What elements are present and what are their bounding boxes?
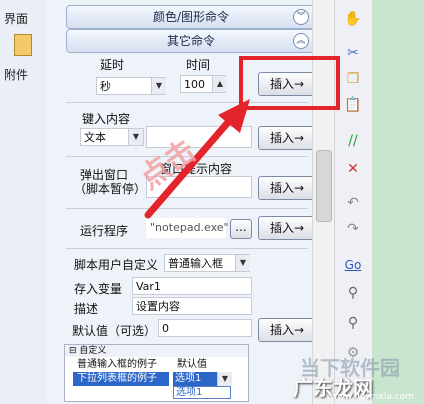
other-commands-header[interactable]: 其它命令 ︽ [66,29,316,53]
chevron-down-icon[interactable]: ▼ [235,255,250,271]
copy-icon[interactable]: ❐ [344,70,362,88]
popup-insert-button[interactable]: 插入→ [258,176,316,200]
delay-time-value: 100 [184,78,205,91]
color-shape-header[interactable]: 颜色/图形命令 ︾ [66,5,316,29]
default-value-input[interactable]: 0 [158,319,252,337]
custom-type-value: 普通输入框 [168,257,223,270]
goto-icon[interactable]: Go [344,256,362,274]
desc-value: 设置内容 [136,300,180,313]
run-program-insert-button[interactable]: 插入→ [258,216,316,240]
popup-label-line2: （脚本暂停） [74,182,147,196]
paste-icon[interactable]: 📋 [344,96,362,114]
comment-icon[interactable]: // [344,132,362,150]
spinner-up-icon[interactable]: ▲ [212,76,227,92]
watermark-url: www.downxia.com [330,392,414,402]
hand-icon[interactable]: ✋ [344,10,362,28]
scrollbar-thumb[interactable] [316,150,332,222]
cut-icon[interactable]: ✂ [344,44,362,62]
store-var-label: 存入变量 [74,282,123,296]
replace-icon[interactable]: ⚲ [344,314,362,332]
color-shape-header-label: 颜色/图形命令 [152,10,230,24]
undo-icon[interactable]: ↶ [344,194,362,212]
default-value-label: 默认值（可选） [72,324,157,338]
redo-icon[interactable]: ↷ [344,220,362,238]
table-group-row[interactable]: ⊟ 自定义 [65,345,248,357]
table-row[interactable]: 普通输入框的例子 默认值 [73,358,247,372]
table-cell: 选项1 [175,373,202,384]
desc-input[interactable]: 设置内容 [132,297,252,315]
left-bottom-label: 附件 [4,68,29,82]
chevron-down-icon[interactable]: ︾ [293,9,309,25]
editor-background [372,0,424,404]
divider [66,248,308,249]
key-input-insert-button[interactable]: 插入→ [258,126,316,150]
table-cell: 下拉列表框的例子 [77,373,157,384]
custom-label: 脚本用户自定义 [74,258,159,272]
chevron-down-icon[interactable]: ▼ [151,78,166,94]
dropdown-option-label: 选项1 [176,387,203,398]
table-row-selected[interactable]: 下拉列表框的例子 [73,372,169,386]
table-cell: 普通输入框的例子 [77,359,157,370]
chevron-up-icon[interactable]: ︽ [293,33,309,49]
custom-insert-button[interactable]: 插入→ [258,318,316,342]
table-group-label: 自定义 [79,346,107,356]
table-cell: 默认值 [177,359,207,370]
uncomment-icon[interactable]: ✕ [344,160,362,178]
desc-label: 描述 [74,302,99,316]
delay-unit-value: 秒 [100,80,111,93]
other-commands-header-label: 其它命令 [166,34,215,48]
default-value: 0 [162,322,169,335]
store-var-input[interactable]: Var1 [132,277,252,295]
key-input-type-value: 文本 [84,131,106,144]
run-program-label: 运行程序 [80,224,129,238]
store-var-value: Var1 [136,280,161,293]
find-icon[interactable]: ⚲ [344,284,362,302]
collapse-icon[interactable]: ⊟ [69,346,79,356]
dropdown-option[interactable]: 选项1 [173,386,231,399]
chevron-down-icon[interactable]: ▼ [217,372,232,386]
custom-table: ⊟ 自定义 普通输入框的例子 默认值 下拉列表框的例子 选项1 ▼ 选项1 [64,344,249,402]
left-top-label: 界面 [4,12,29,26]
time-label: 时间 [186,58,211,72]
delay-label: 延时 [100,58,125,72]
document-icon [14,34,32,56]
key-input-label: 键入内容 [82,112,131,126]
left-panel: 界面 附件 [0,0,47,404]
